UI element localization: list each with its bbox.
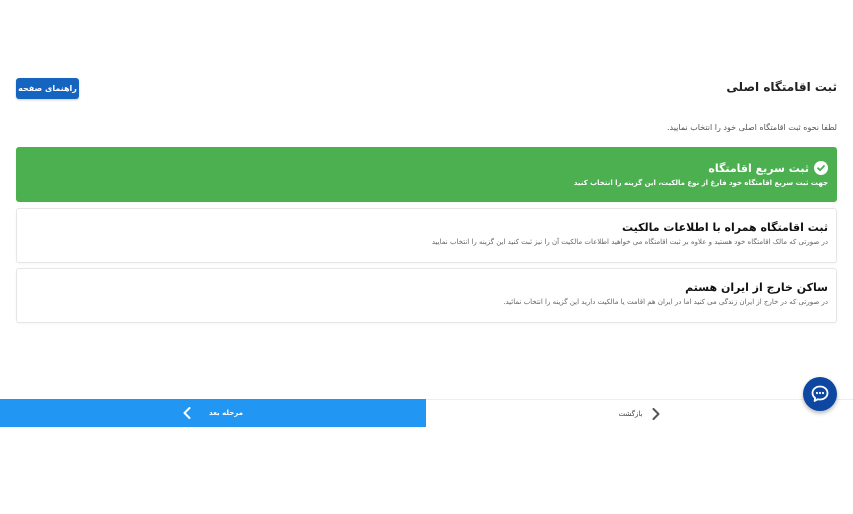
page-title: ثبت اقامتگاه اصلی bbox=[726, 80, 837, 94]
chat-support-button[interactable] bbox=[803, 377, 837, 411]
help-button-label: راهنمای صفحه bbox=[18, 84, 77, 93]
back-label: بازگشت bbox=[618, 409, 643, 418]
page-help-button[interactable]: راهنمای صفحه bbox=[16, 78, 79, 99]
option-title-row: ثبت اقامتگاه همراه با اطلاعات مالکیت bbox=[25, 221, 828, 234]
page: راهنمای صفحه ثبت اقامتگاه اصلی لطفا نحوه… bbox=[0, 0, 853, 514]
chat-bubble-icon bbox=[810, 384, 830, 404]
option-title: ثبت سریع اقامتگاه bbox=[708, 161, 809, 175]
option-description: در صورتی که مالک اقامتگاه خود هستید و عل… bbox=[431, 238, 828, 246]
next-step-label: مرحله بعد bbox=[209, 409, 243, 417]
chevron-left-icon bbox=[183, 407, 191, 419]
option-title-row: ثبت سریع اقامتگاه bbox=[25, 161, 828, 175]
option-title-row: ساکن خارج از ایران هستم bbox=[25, 281, 828, 294]
back-button[interactable]: بازگشت bbox=[426, 399, 853, 427]
option-title: ثبت اقامتگاه همراه با اطلاعات مالکیت bbox=[622, 221, 828, 234]
option-title: ساکن خارج از ایران هستم bbox=[685, 281, 828, 294]
footer-nav: مرحله بعد بازگشت bbox=[0, 399, 853, 427]
instruction-text: لطفا نحوه ثبت اقامتگاه اصلی خود را انتخا… bbox=[667, 123, 837, 132]
option-description: جهت ثبت سریع اقامتگاه خود فارغ از نوع ما… bbox=[573, 179, 828, 187]
option-description: در صورتی که در خارج از ایران زندگی می کن… bbox=[503, 298, 828, 306]
check-circle-icon bbox=[814, 161, 828, 175]
option-quick-register[interactable]: ثبت سریع اقامتگاه جهت ثبت سریع اقامتگاه … bbox=[16, 147, 837, 202]
next-step-button[interactable]: مرحله بعد bbox=[0, 399, 426, 427]
option-register-with-ownership[interactable]: ثبت اقامتگاه همراه با اطلاعات مالکیت در … bbox=[16, 208, 837, 263]
chevron-right-icon bbox=[652, 407, 660, 420]
option-abroad-resident[interactable]: ساکن خارج از ایران هستم در صورتی که در خ… bbox=[16, 268, 837, 323]
